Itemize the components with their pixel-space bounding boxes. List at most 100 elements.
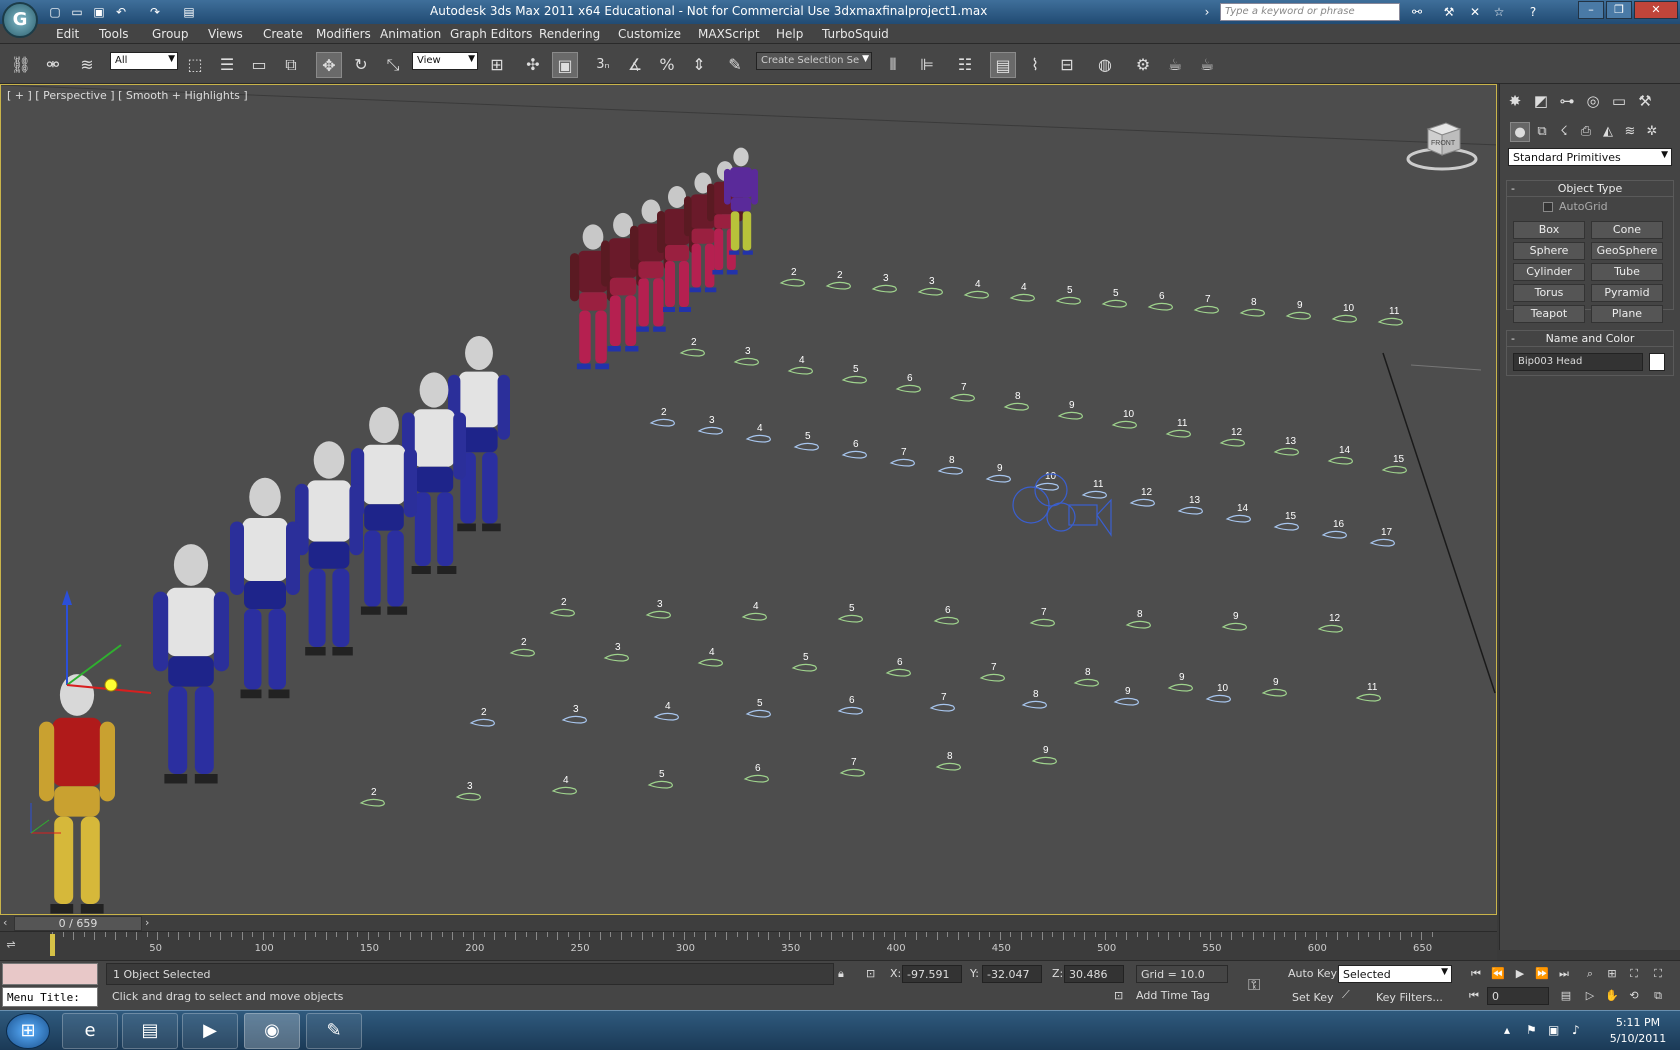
next-frame-icon[interactable]: ⏩ <box>1533 965 1551 983</box>
layer-manager-icon[interactable]: ☷ <box>952 52 978 78</box>
time-tag-icon[interactable]: ⊡ <box>1114 989 1123 1002</box>
torus-button[interactable]: Torus <box>1513 284 1585 302</box>
menu-views[interactable]: Views <box>208 27 243 41</box>
select-object-icon[interactable]: ⬚ <box>182 52 208 78</box>
manipulate-icon[interactable]: ✣ <box>520 52 546 78</box>
menu-customize[interactable]: Customize <box>618 27 681 41</box>
select-move-icon[interactable]: ✥ <box>316 52 342 78</box>
geosphere-button[interactable]: GeoSphere <box>1591 242 1663 260</box>
render-setup-icon[interactable]: ⚙ <box>1130 52 1156 78</box>
percent-snap-icon[interactable]: % <box>654 52 680 78</box>
undo-icon[interactable]: ↶ <box>112 3 130 21</box>
maximize-button[interactable]: ❐ <box>1606 1 1632 19</box>
schematic-view-icon[interactable]: ⊟ <box>1054 52 1080 78</box>
menu-animation[interactable]: Animation <box>380 27 441 41</box>
hierarchy-tab-icon[interactable]: ⊶ <box>1556 90 1578 112</box>
auto-key-button[interactable]: Auto Key <box>1288 967 1337 980</box>
time-config-icon[interactable]: ▤ <box>1557 987 1575 1005</box>
object-color-swatch[interactable] <box>1649 353 1665 371</box>
key-mode-toggle-icon[interactable]: ⏮ <box>1465 987 1483 1005</box>
current-frame-marker[interactable] <box>50 934 55 956</box>
menu-help[interactable]: Help <box>776 27 803 41</box>
track-bar[interactable]: 50 100 150 200 250 300 350 400 450 500 550 600 650 ⇌ <box>0 932 1497 960</box>
zoom-icon[interactable]: ⌕ <box>1581 965 1599 983</box>
cameras-icon[interactable]: ⎙ <box>1576 122 1596 142</box>
edit-named-selection-icon[interactable]: ✎ <box>722 52 748 78</box>
named-selection-select[interactable]: Create Selection Se ▼ <box>756 52 872 70</box>
add-time-tag-button[interactable]: Add Time Tag <box>1136 989 1210 1002</box>
motion-tab-icon[interactable]: ◎ <box>1582 90 1604 112</box>
zoom-extents-all-icon[interactable]: ⛶ <box>1649 965 1667 983</box>
orbit-icon[interactable]: ⟲ <box>1625 987 1643 1005</box>
snaps-toggle-icon[interactable]: 3ₙ <box>590 52 616 78</box>
create-tab-icon[interactable]: ✸ <box>1504 90 1526 112</box>
project-folder-icon[interactable]: ▤ <box>180 3 198 21</box>
systems-icon[interactable]: ✲ <box>1642 122 1662 142</box>
unlink-icon[interactable]: ⚮ <box>40 52 66 78</box>
paint-icon[interactable]: ✎ <box>306 1013 362 1049</box>
system-clock[interactable]: 5:11 PM 5/10/2011 <box>1600 1015 1676 1047</box>
file-explorer-icon[interactable]: ▤ <box>122 1013 178 1049</box>
modify-tab-icon[interactable]: ◩ <box>1530 90 1552 112</box>
lights-icon[interactable]: ☇ <box>1554 122 1574 142</box>
favorites-star-icon[interactable]: ☆ <box>1490 3 1508 21</box>
graphite-ribbon-icon[interactable]: ▤ <box>990 52 1016 78</box>
key-filters-button[interactable]: Key Filters... <box>1376 991 1443 1004</box>
object-name-field[interactable]: Bip003 Head <box>1513 353 1643 371</box>
x-coordinate-field[interactable]: -97.591 <box>902 965 962 983</box>
curve-editor-icon[interactable]: ⌇ <box>1022 52 1048 78</box>
cone-button[interactable]: Cone <box>1591 221 1663 239</box>
key-mode-select[interactable]: Selected ▼ <box>1338 965 1452 983</box>
subscription-icon[interactable]: ⚒ <box>1440 3 1458 21</box>
binoculars-icon[interactable]: ⚯ <box>1408 3 1426 21</box>
utilities-tab-icon[interactable]: ⚒ <box>1634 90 1656 112</box>
sphere-button[interactable]: Sphere <box>1513 242 1585 260</box>
set-key-button[interactable]: Set Key <box>1292 991 1334 1004</box>
go-to-start-icon[interactable]: ⏮ <box>1467 965 1485 983</box>
minimize-button[interactable]: – <box>1578 1 1604 19</box>
time-slider-thumb[interactable]: 0 / 659 <box>14 916 142 931</box>
pivot-center-icon[interactable]: ⊞ <box>484 52 510 78</box>
go-to-end-icon[interactable]: ⏭ <box>1555 965 1573 983</box>
save-file-icon[interactable]: ▣ <box>90 3 108 21</box>
menu-modifiers[interactable]: Modifiers <box>316 27 371 41</box>
start-button[interactable]: ⊞ <box>6 1013 50 1049</box>
communication-icon[interactable]: ✕ <box>1466 3 1484 21</box>
previous-frame-icon[interactable]: ⏪ <box>1489 965 1507 983</box>
menu-maxscript[interactable]: MAXScript <box>698 27 760 41</box>
menu-group[interactable]: Group <box>152 27 189 41</box>
play-icon[interactable]: ▶ <box>1511 965 1529 983</box>
internet-explorer-icon[interactable]: e <box>62 1013 118 1049</box>
shapes-icon[interactable]: ⧉ <box>1532 122 1552 142</box>
mini-curve-editor-icon[interactable]: ⇌ <box>2 938 20 954</box>
spinner-snap-icon[interactable]: ⇕ <box>686 52 712 78</box>
window-crossing-icon[interactable]: ⧉ <box>278 52 304 78</box>
menu-edit[interactable]: Edit <box>56 27 79 41</box>
search-arrow-icon[interactable]: › <box>1198 3 1216 21</box>
maximize-viewport-icon[interactable]: ⧉ <box>1649 987 1667 1005</box>
tray-network-icon[interactable]: ▣ <box>1548 1023 1559 1037</box>
current-frame-field[interactable]: 0 <box>1487 987 1549 1005</box>
bind-space-warp-icon[interactable]: ≋ <box>74 52 100 78</box>
selection-filter-select[interactable]: All ▼ <box>110 52 178 70</box>
cylinder-button[interactable]: Cylinder <box>1513 263 1585 281</box>
geometry-icon[interactable]: ● <box>1510 122 1530 142</box>
select-rotate-icon[interactable]: ↻ <box>348 52 374 78</box>
helpers-icon[interactable]: ◭ <box>1598 122 1618 142</box>
absolute-mode-icon[interactable]: ⊡ <box>866 967 875 980</box>
tray-flag-icon[interactable]: ⚑ <box>1526 1023 1537 1037</box>
maxscript-mini-listener[interactable]: Menu Title: <box>2 987 98 1007</box>
default-tangents-icon[interactable]: ⟋ <box>1342 988 1350 1002</box>
rendered-frame-icon[interactable]: ☕ <box>1162 52 1188 78</box>
open-file-icon[interactable]: ▭ <box>68 3 86 21</box>
teapot-button[interactable]: Teapot <box>1513 305 1585 323</box>
new-file-icon[interactable]: ▢ <box>46 3 64 21</box>
help-icon[interactable]: ? <box>1524 3 1542 21</box>
primitive-category-select[interactable]: Standard Primitives ▼ <box>1508 148 1672 166</box>
object-type-header[interactable]: - Object Type <box>1507 181 1673 197</box>
redo-icon[interactable]: ↷ <box>146 3 164 21</box>
select-by-name-icon[interactable]: ☰ <box>214 52 240 78</box>
display-tab-icon[interactable]: ▭ <box>1608 90 1630 112</box>
maxscript-listener-mini[interactable] <box>2 963 98 985</box>
reference-coord-select[interactable]: View ▼ <box>412 52 478 70</box>
